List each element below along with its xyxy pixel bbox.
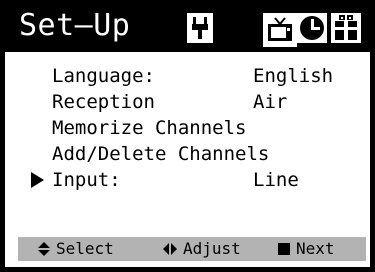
menu-item-value: English xyxy=(253,65,334,87)
tab-setup[interactable] xyxy=(187,13,213,43)
page-title: Set–Up xyxy=(19,8,131,43)
menu-item-reception[interactable]: Reception Air xyxy=(5,90,375,114)
tab-gift[interactable] xyxy=(331,13,361,43)
help-bar: Select Adjust Next xyxy=(18,237,366,261)
square-icon xyxy=(278,243,290,255)
menu-item-label: Language: xyxy=(52,65,155,87)
setup-menu-frame: Set–Up Language: English Reception Air M… xyxy=(0,0,375,272)
hint-next-label: Next xyxy=(296,239,335,258)
left-right-arrows-icon xyxy=(163,243,177,255)
tab-tv[interactable] xyxy=(263,13,297,47)
up-down-arrows-icon xyxy=(38,242,50,256)
menu-item-label: Input: xyxy=(52,169,121,191)
menu-item-label: Add/Delete Channels xyxy=(52,143,270,165)
menu-item-memorize-channels[interactable]: Memorize Channels xyxy=(5,116,375,140)
hint-select: Select xyxy=(38,237,114,261)
tv-icon xyxy=(268,17,292,41)
gift-icon xyxy=(335,15,357,40)
tab-clock[interactable] xyxy=(297,13,327,43)
menu-item-label: Memorize Channels xyxy=(52,117,247,139)
title-bar: Set–Up xyxy=(5,0,375,52)
hint-next: Next xyxy=(278,237,335,261)
menu-item-input[interactable]: Input: Line xyxy=(5,168,375,192)
menu-item-language[interactable]: Language: English xyxy=(5,64,375,88)
menu-item-label: Reception xyxy=(52,91,155,113)
clock-icon xyxy=(300,16,324,40)
hint-select-label: Select xyxy=(56,239,114,258)
menu-item-value: Line xyxy=(253,169,299,191)
hint-adjust-label: Adjust xyxy=(183,239,241,258)
selection-arrow-icon xyxy=(31,172,44,188)
menu-item-value: Air xyxy=(253,91,288,113)
settings-plug-icon xyxy=(190,15,210,41)
menu-item-add-delete-channels[interactable]: Add/Delete Channels xyxy=(5,142,375,166)
hint-adjust: Adjust xyxy=(163,237,241,261)
